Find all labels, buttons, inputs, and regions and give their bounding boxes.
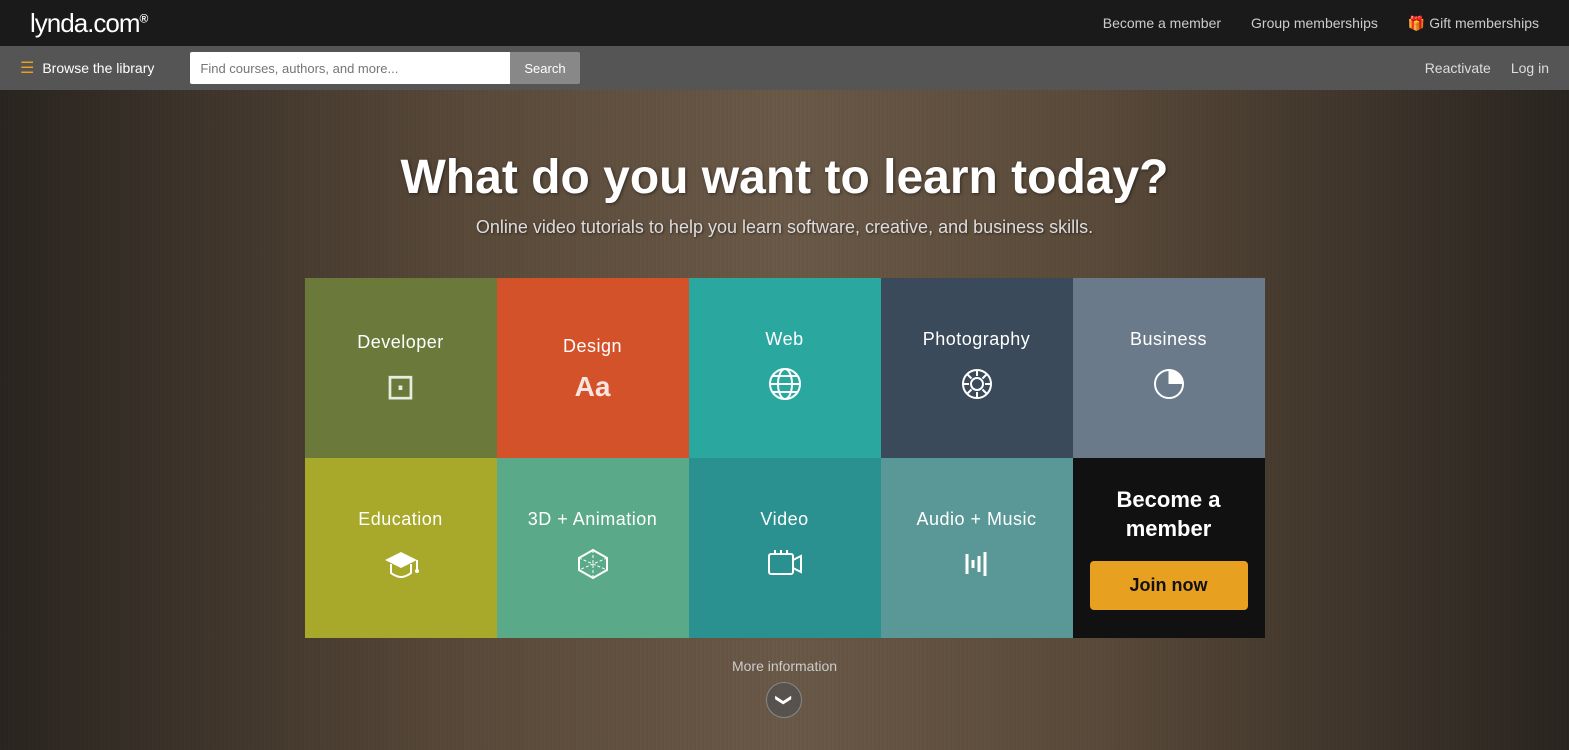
web-label: Web: [765, 329, 803, 350]
search-input[interactable]: [190, 52, 510, 84]
video-label: Video: [760, 509, 808, 530]
category-audio-music[interactable]: Audio + Music: [881, 458, 1073, 638]
category-education[interactable]: Education: [305, 458, 497, 638]
photography-icon: [959, 366, 995, 408]
logo-tld: .com: [87, 8, 139, 38]
photography-label: Photography: [923, 329, 1031, 350]
video-icon: [767, 546, 803, 588]
audio-music-label: Audio + Music: [916, 509, 1036, 530]
gift-memberships-link[interactable]: 🎁Gift memberships: [1408, 15, 1539, 32]
browse-label: Browse the library: [42, 60, 154, 76]
gift-icon: 🎁: [1408, 15, 1425, 31]
member-cta-heading: Become a member: [1089, 486, 1249, 543]
web-icon: [767, 366, 803, 408]
3d-animation-icon: [575, 546, 611, 588]
3d-animation-label: 3D + Animation: [528, 509, 658, 530]
join-now-button[interactable]: Join now: [1090, 561, 1248, 610]
developer-label: Developer: [357, 332, 444, 353]
category-business[interactable]: Business: [1073, 278, 1265, 458]
logo-trademark: ®: [140, 11, 148, 25]
top-nav-links: Become a member Group memberships 🎁Gift …: [1103, 15, 1539, 32]
business-icon: [1151, 366, 1187, 408]
reactivate-link[interactable]: Reactivate: [1425, 60, 1491, 76]
category-design[interactable]: Design Aa: [497, 278, 689, 458]
hero-title: What do you want to learn today?: [401, 150, 1169, 205]
more-info-button[interactable]: ❯: [766, 682, 802, 718]
category-video[interactable]: Video: [689, 458, 881, 638]
hero-subtitle: Online video tutorials to help you learn…: [401, 217, 1169, 238]
hero-text: What do you want to learn today? Online …: [401, 90, 1169, 238]
education-icon: [383, 546, 419, 588]
become-member-link[interactable]: Become a member: [1103, 15, 1221, 31]
more-info-label: More information: [732, 658, 837, 674]
group-memberships-link[interactable]: Group memberships: [1251, 15, 1378, 31]
browse-icon: ☰: [20, 58, 34, 78]
search-bar: ☰ Browse the library Search Reactivate L…: [0, 46, 1569, 90]
become-member-cta[interactable]: Become a member Join now: [1073, 458, 1265, 638]
search-form: Search: [190, 52, 579, 84]
developer-icon: ⊡: [385, 369, 415, 405]
category-web[interactable]: Web: [689, 278, 881, 458]
search-bar-left: ☰ Browse the library Search: [20, 52, 580, 84]
logo-name: lynda: [30, 8, 87, 38]
category-photography[interactable]: Photography: [881, 278, 1073, 458]
education-label: Education: [358, 509, 443, 530]
design-icon: Aa: [575, 373, 611, 401]
audio-music-icon: [959, 546, 995, 588]
login-link[interactable]: Log in: [1511, 60, 1549, 76]
top-navigation: lynda.com® Become a member Group members…: [0, 0, 1569, 46]
category-developer[interactable]: Developer ⊡: [305, 278, 497, 458]
hero-section: What do you want to learn today? Online …: [0, 90, 1569, 750]
logo[interactable]: lynda.com®: [30, 8, 147, 39]
category-grid: Developer ⊡ Design Aa Web Photography: [305, 278, 1265, 638]
category-3d-animation[interactable]: 3D + Animation: [497, 458, 689, 638]
auth-links: Reactivate Log in: [1425, 60, 1549, 76]
more-info: More information ❯: [732, 658, 837, 718]
search-button[interactable]: Search: [510, 52, 579, 84]
business-label: Business: [1130, 329, 1207, 350]
browse-library-button[interactable]: ☰ Browse the library: [20, 58, 154, 78]
design-label: Design: [563, 336, 622, 357]
